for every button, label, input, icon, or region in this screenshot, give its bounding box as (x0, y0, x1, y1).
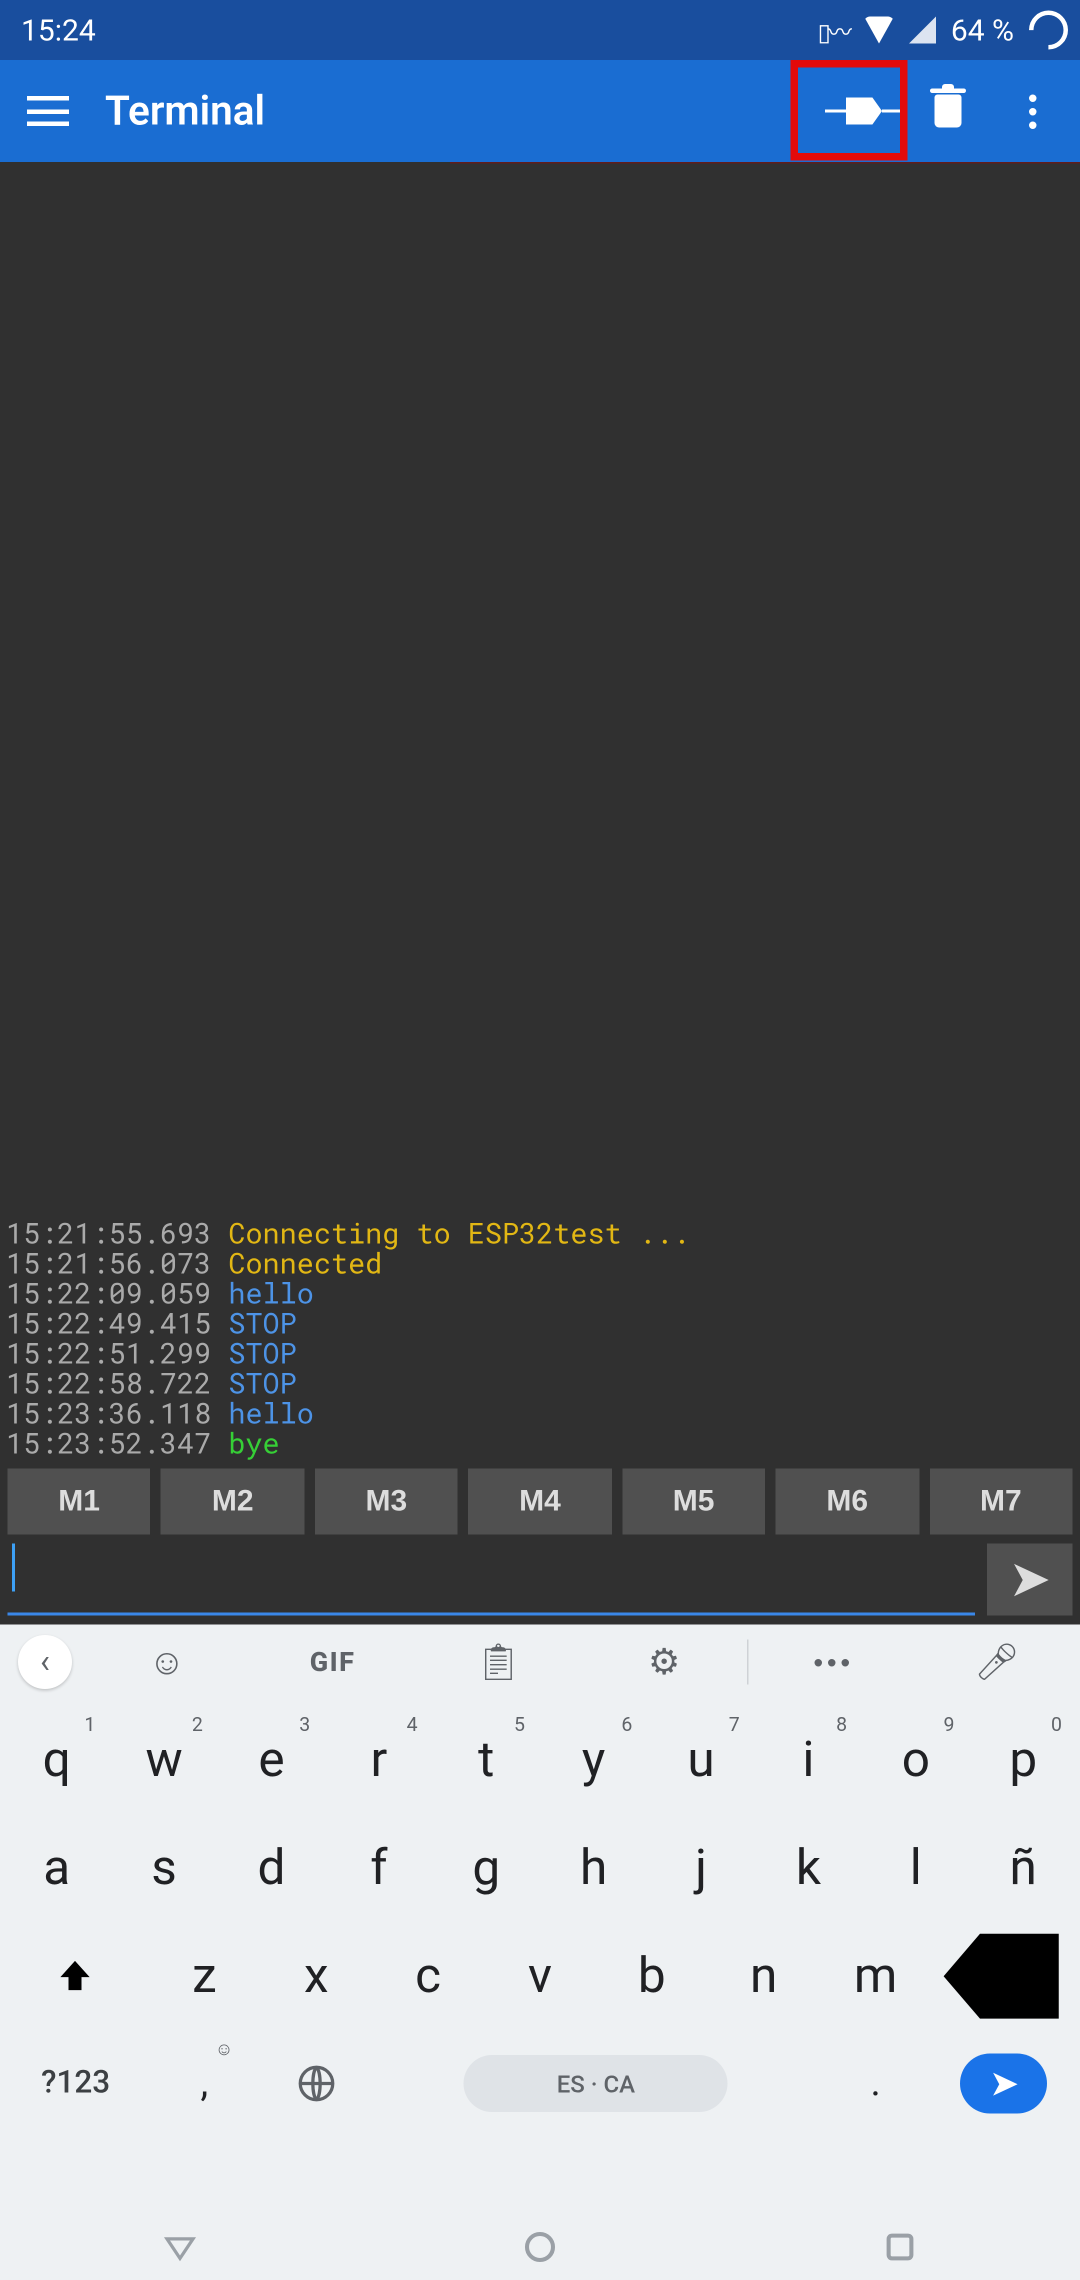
overflow-button[interactable] (990, 69, 1074, 153)
keyboard-settings-button[interactable]: ⚙ (581, 1641, 747, 1683)
gif-button[interactable]: GIF (250, 1646, 416, 1678)
android-nav-bar (0, 2213, 1080, 2280)
shift-icon (56, 1956, 95, 1995)
key-r[interactable]: 4r (325, 1706, 432, 1814)
clear-button[interactable] (906, 69, 990, 153)
send-icon: ➤ (989, 2063, 1019, 2105)
space-key[interactable]: ES · CA (372, 2030, 819, 2138)
battery-ring-icon (1021, 2, 1076, 57)
keyboard-collapse-button[interactable]: ‹ (18, 1635, 72, 1689)
send-icon: ➤ (1008, 1550, 1051, 1610)
key-k[interactable]: k (755, 1814, 862, 1922)
comma-key[interactable]: ☺ , (148, 2030, 260, 2138)
shift-key[interactable] (3, 1922, 148, 2030)
soft-keyboard: ‹ ☺︎ GIF 📋︎ ⚙ 🎤︎ 1q2w3e4r5t6y7u8i9o0p as… (0, 1625, 1080, 2213)
voice-input-button[interactable]: 🎤︎ (914, 1641, 1080, 1683)
macro-button-m6[interactable]: M6 (776, 1469, 919, 1535)
hamburger-icon (27, 96, 69, 126)
key-z[interactable]: z (148, 1922, 260, 2030)
emoji-hint-icon: ☺ (215, 2039, 233, 2060)
key-i[interactable]: 8i (755, 1706, 862, 1814)
send-button[interactable]: ➤ (987, 1544, 1073, 1616)
app-bar: Terminal (0, 60, 1080, 162)
key-g[interactable]: g (433, 1814, 540, 1922)
gif-icon: GIF (310, 1646, 356, 1678)
key-c[interactable]: c (372, 1922, 484, 2030)
key-o[interactable]: 9o (862, 1706, 969, 1814)
backspace-key[interactable] (932, 1922, 1077, 2030)
key-d[interactable]: d (218, 1814, 325, 1922)
clipboard-icon: 📋︎ (476, 1641, 522, 1683)
symbols-key[interactable]: ?123 (3, 2030, 148, 2138)
vibrate-icon: ▯〰 (818, 12, 849, 48)
key-w[interactable]: 2w (110, 1706, 217, 1814)
nav-recent-button[interactable] (881, 2227, 920, 2266)
connect-button[interactable] (822, 69, 906, 153)
backspace-icon (932, 1903, 1077, 2048)
nav-back-button[interactable] (161, 2227, 200, 2266)
macro-row: M1M2M3M4M5M6M7 (0, 1463, 1080, 1541)
plug-connect-icon (825, 98, 903, 125)
period-key[interactable]: . (820, 2030, 932, 2138)
key-x[interactable]: x (260, 1922, 372, 2030)
key-j[interactable]: j (647, 1814, 754, 1922)
terminal-output[interactable]: 15:21:55.693 Connecting to ESP32test ...… (0, 162, 1080, 1463)
log-timestamp: 15:23:52.347 (6, 1425, 228, 1463)
enter-key[interactable]: ➤ (932, 2030, 1077, 2138)
input-row: ➤ (0, 1541, 1080, 1625)
menu-button[interactable] (6, 69, 90, 153)
android-status-bar: 15:24 ▯〰 64 % (0, 0, 1080, 60)
key-f[interactable]: f (325, 1814, 432, 1922)
key-n[interactable]: n (708, 1922, 820, 2030)
keyboard-more-button[interactable] (749, 1658, 915, 1666)
macro-button-m7[interactable]: M7 (929, 1469, 1072, 1535)
key-p[interactable]: 0p (970, 1706, 1077, 1814)
status-time: 15:24 (12, 12, 96, 48)
macro-button-m1[interactable]: M1 (8, 1469, 151, 1535)
key-q[interactable]: 1q (3, 1706, 110, 1814)
key-u[interactable]: 7u (647, 1706, 754, 1814)
macro-button-m4[interactable]: M4 (468, 1469, 611, 1535)
trash-icon (935, 95, 962, 128)
key-m[interactable]: m (820, 1922, 932, 2030)
log-line: 15:23:52.347 bye (6, 1430, 1074, 1460)
key-b[interactable]: b (596, 1922, 708, 2030)
more-vert-icon (1028, 94, 1036, 129)
sticker-button[interactable]: ☺︎ (84, 1640, 250, 1684)
log-message: bye (228, 1425, 279, 1463)
language-key[interactable] (260, 2030, 372, 2138)
macro-button-m3[interactable]: M3 (315, 1469, 458, 1535)
key-e[interactable]: 3e (218, 1706, 325, 1814)
key-h[interactable]: h (540, 1814, 647, 1922)
command-input[interactable] (8, 1544, 976, 1616)
space-language-label: ES · CA (557, 2069, 635, 2098)
key-s[interactable]: s (110, 1814, 217, 1922)
globe-icon (297, 2064, 336, 2103)
battery-level: 64 % (951, 12, 1014, 48)
nav-home-button[interactable] (521, 2227, 560, 2266)
chevron-left-icon: ‹ (40, 1643, 50, 1681)
microphone-icon: 🎤︎ (974, 1641, 1020, 1683)
key-a[interactable]: a (3, 1814, 110, 1922)
wifi-icon (864, 17, 894, 44)
key-v[interactable]: v (484, 1922, 596, 2030)
clipboard-button[interactable]: 📋︎ (416, 1641, 582, 1683)
app-title: Terminal (90, 87, 822, 135)
more-horiz-icon (814, 1658, 849, 1666)
gear-icon: ⚙ (648, 1641, 680, 1683)
macro-button-m2[interactable]: M2 (161, 1469, 304, 1535)
key-t[interactable]: 5t (433, 1706, 540, 1814)
cell-signal-icon (909, 17, 936, 44)
key-y[interactable]: 6y (540, 1706, 647, 1814)
macro-button-m5[interactable]: M5 (622, 1469, 765, 1535)
sticker-icon: ☺︎ (148, 1640, 185, 1684)
